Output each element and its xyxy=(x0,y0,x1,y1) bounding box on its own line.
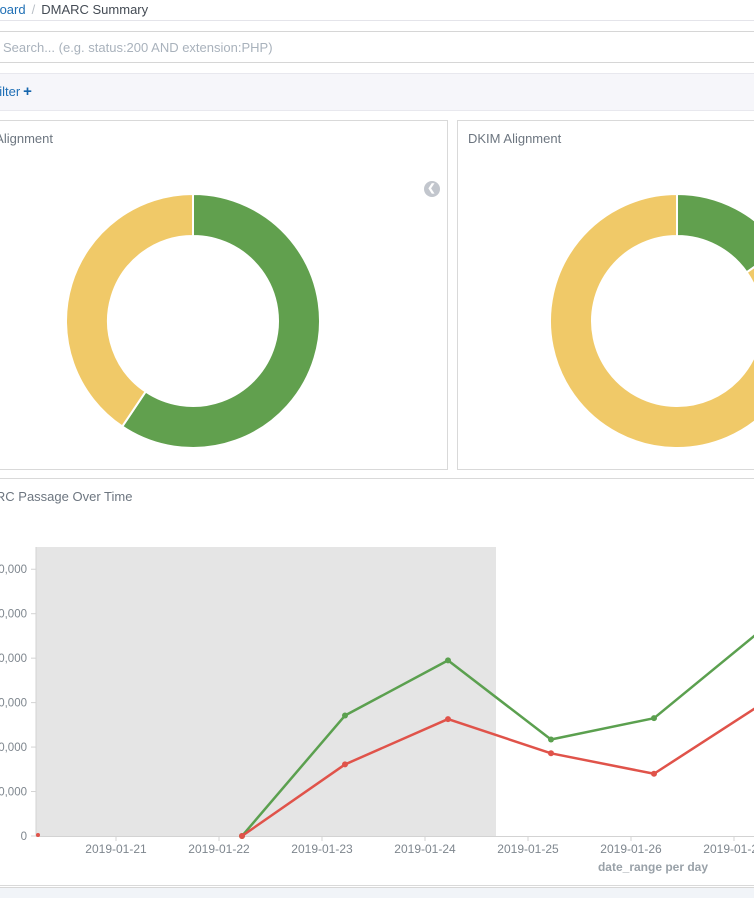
endzone-shaded-band xyxy=(36,547,496,836)
x-axis-tick-label: 2019-01-26 xyxy=(600,842,662,856)
x-axis-tick-label: 2019-01-21 xyxy=(85,842,147,856)
point-green-series[interactable] xyxy=(445,657,451,663)
breadcrumb-bar: Dashboard/DMARC Summary xyxy=(0,0,754,21)
point-red-series[interactable] xyxy=(548,750,554,756)
y-axis-tick-label: 0 xyxy=(21,831,27,843)
y-axis-tick-label: 10,000 xyxy=(0,787,27,799)
spf-alignment-panel: SPF Alignment ❮ xyxy=(0,120,448,470)
x-axis-tick-label: 2019-01-27 xyxy=(703,842,754,856)
breadcrumb-link-dashboard[interactable]: Dashboard xyxy=(0,2,26,17)
donut-segment-green-segment[interactable] xyxy=(677,194,754,272)
breadcrumb-separator: / xyxy=(26,2,42,17)
point-green-series[interactable] xyxy=(651,715,657,721)
y-axis-tick-label: 40,000 xyxy=(0,653,27,665)
y-axis-tick-label: 20,000 xyxy=(0,742,27,754)
point-green-series[interactable] xyxy=(548,737,554,743)
passage-over-time-line-chart[interactable]: 0 10,000 20,000 30,000 40,000 50,000 60,000 201… xyxy=(0,479,754,887)
y-axis-tick-label: 60,000 xyxy=(0,564,27,576)
add-filter-link[interactable]: Add a filter+ xyxy=(0,74,32,110)
dmarc-passage-panel: DMARC Passage Over Time 010,00020,00030,… xyxy=(0,478,754,886)
chevron-left-icon: ❮ xyxy=(427,181,435,197)
collapse-panel-button[interactable]: ❮ xyxy=(424,181,440,197)
donut-segment-yellow-segment[interactable] xyxy=(66,194,193,426)
point-red-series[interactable] xyxy=(239,833,245,839)
spf-donut-chart[interactable] xyxy=(0,121,449,471)
y-axis-tick-label: 50,000 xyxy=(0,609,27,621)
x-axis-tick-label: 2019-01-25 xyxy=(497,842,559,856)
point-green-series[interactable] xyxy=(342,713,348,719)
y-axis-tick-label: 30,000 xyxy=(0,698,27,710)
point-red-series[interactable] xyxy=(445,716,451,722)
search-input[interactable] xyxy=(0,31,754,63)
filter-bar: Add a filter+ xyxy=(0,73,754,111)
point-red-series[interactable] xyxy=(342,761,348,767)
breadcrumb: Dashboard/DMARC Summary xyxy=(0,0,148,20)
breadcrumb-current: DMARC Summary xyxy=(41,2,148,17)
x-axis-title: date_range per day xyxy=(598,860,708,874)
dkim-alignment-panel: DKIM Alignment xyxy=(457,120,754,470)
next-row-panel-top xyxy=(0,887,754,898)
x-axis-tick-label: 2019-01-22 xyxy=(188,842,250,856)
x-axis-tick-label: 2019-01-24 xyxy=(394,842,456,856)
red-series-edge-point xyxy=(36,833,40,837)
plus-icon: + xyxy=(20,83,32,100)
dashboard-stage: Dashboard/DMARC Summary Add a filter+ SP… xyxy=(0,0,754,898)
x-axis-tick-label: 2019-01-23 xyxy=(291,842,353,856)
dkim-donut-chart[interactable] xyxy=(458,121,754,471)
add-filter-label: Add a filter xyxy=(0,84,20,99)
point-red-series[interactable] xyxy=(651,771,657,777)
